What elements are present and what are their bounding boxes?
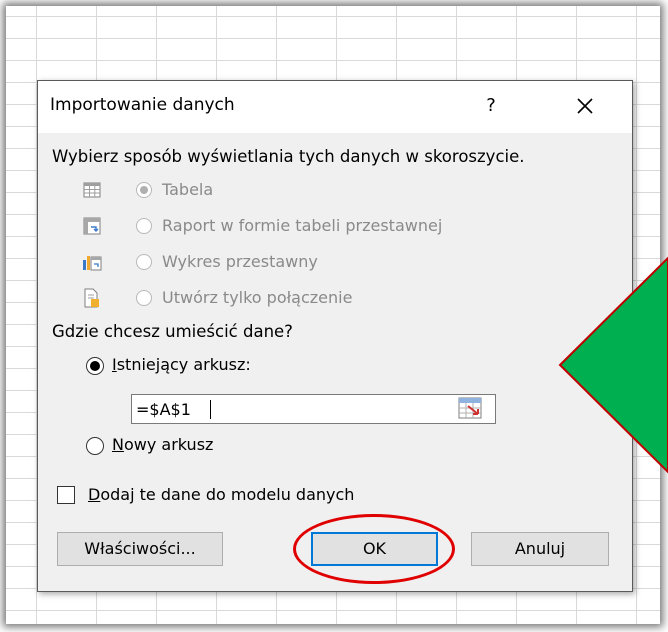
close-button[interactable] <box>568 91 602 121</box>
green-arrow-annotation <box>558 256 668 474</box>
add-to-data-model-label: Dodaj te dane do modelu danych <box>88 485 355 504</box>
cancel-button[interactable]: Anuluj <box>471 532 609 566</box>
location-value: =$A$1 <box>136 400 191 419</box>
radio-pivot-table[interactable] <box>136 218 152 234</box>
ok-button[interactable]: OK <box>311 532 438 566</box>
help-button[interactable]: ? <box>476 91 506 121</box>
pivot-table-icon <box>83 217 101 235</box>
radio-table[interactable] <box>136 182 152 198</box>
connection-icon <box>84 288 99 308</box>
radio-new-sheet[interactable] <box>86 437 104 455</box>
location-input[interactable]: =$A$1 <box>131 394 496 424</box>
add-to-data-model-checkbox[interactable] <box>57 486 75 504</box>
dialog-titlebar: Importowanie danych ? <box>38 81 632 133</box>
table-icon <box>83 182 101 198</box>
import-data-dialog: Importowanie danych ? Wybierz sposób wyś… <box>37 80 633 592</box>
option-connection-only: Utwórz tylko połączenie <box>82 284 582 312</box>
radio-connection-only[interactable] <box>136 290 152 306</box>
range-picker-icon[interactable] <box>458 397 482 419</box>
option-table-label: Tabela <box>162 180 214 199</box>
pivot-chart-icon <box>83 256 102 271</box>
radio-pivot-chart[interactable] <box>136 254 152 270</box>
new-sheet-label: Nowy arkusz <box>112 435 214 454</box>
existing-sheet-label: Istniejący arkusz: <box>112 355 251 374</box>
properties-button[interactable]: Właściwości... <box>57 532 223 566</box>
location-section-label: Gdzie chcesz umieścić dane? <box>52 322 293 341</box>
option-table: Tabela <box>82 176 582 204</box>
close-icon <box>577 98 593 114</box>
option-pivot-chart-label: Wykres przestawny <box>162 252 318 271</box>
radio-existing-sheet[interactable] <box>86 357 104 375</box>
option-pivot-table-label: Raport w formie tabeli przestawnej <box>162 216 443 235</box>
option-pivot-table: Raport w formie tabeli przestawnej <box>82 212 582 240</box>
dialog-title: Importowanie danych <box>50 95 235 115</box>
option-pivot-chart: Wykres przestawny <box>82 248 582 276</box>
option-connection-only-label: Utwórz tylko połączenie <box>162 288 353 307</box>
view-section-label: Wybierz sposób wyświetlania tych danych … <box>52 147 525 166</box>
